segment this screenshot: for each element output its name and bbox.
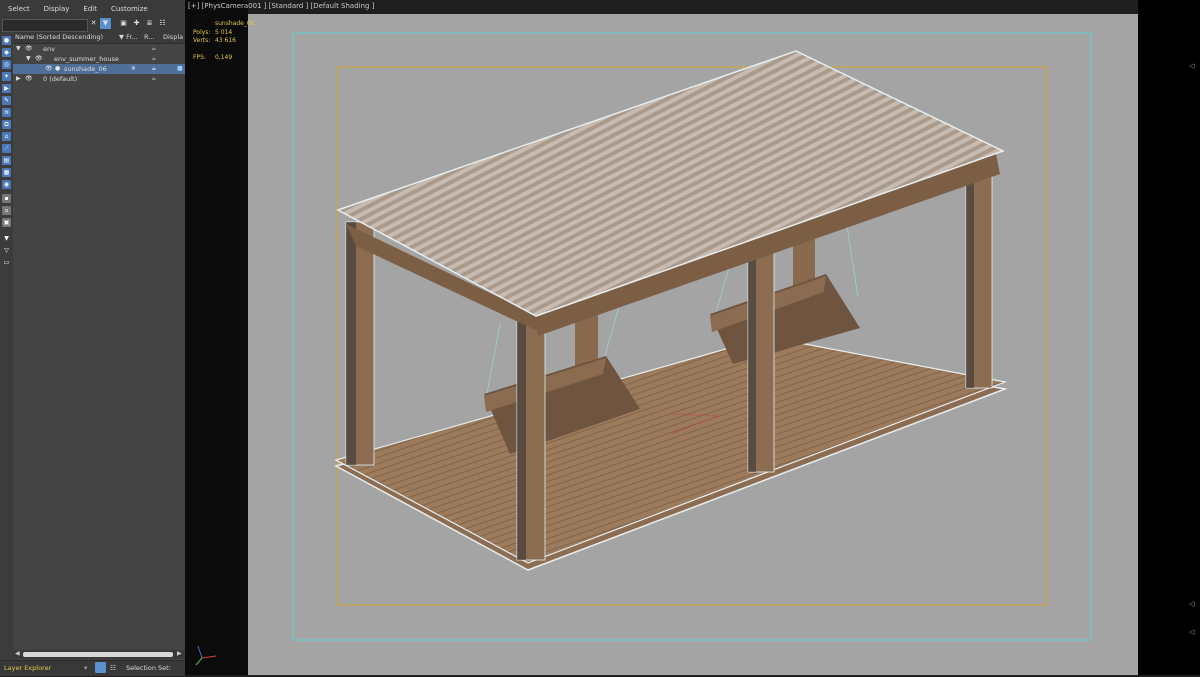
render-icon[interactable]: ☕ — [151, 44, 156, 54]
eye-icon[interactable]: 👁 — [25, 44, 33, 54]
menu-edit[interactable]: Edit — [75, 5, 103, 13]
filter-funnel-icon[interactable]: ▼ — [2, 234, 11, 243]
search-input[interactable] — [2, 19, 88, 32]
explorer-side-toolbar: ● ◆ ◎ ✦ ▶ ✎ ≋ ⧉ ⌂ ⟋ ▤ ▦ ◉ ▪ ▫ ▣ ▼ ▽ ▭ — [0, 32, 13, 676]
add-layer-icon[interactable]: ✚ — [131, 18, 142, 29]
stat-value: 5 014 — [215, 28, 233, 36]
display-shapes-icon[interactable]: ◎ — [2, 60, 11, 69]
dropdown-arrow-icon[interactable]: ▾ — [84, 664, 87, 672]
folder-icon[interactable]: ▭ — [2, 258, 11, 267]
panel-expand-arrow-icon[interactable]: ◁ — [1189, 600, 1194, 608]
display-containers-icon[interactable]: ▤ — [2, 156, 11, 165]
layer-label: env — [43, 45, 55, 53]
object-label: sunshade_06 — [64, 65, 107, 73]
viewport-letterbox-right — [1138, 0, 1200, 675]
layer-tree: Name (Sorted Descending) ▼ Fr... R... Di… — [13, 32, 185, 650]
selection-set-label[interactable]: Selection Set: — [126, 664, 171, 672]
horizontal-scrollbar[interactable]: ◀ ▶ — [13, 650, 185, 659]
select-none-icon[interactable]: ▫ — [2, 206, 11, 215]
deck-top — [334, 336, 1008, 564]
filter-selection-icon[interactable]: ▽ — [2, 246, 11, 255]
tree-row-env-summer-house[interactable]: ▼ 👁 env_summer_house ☕ — [13, 54, 185, 64]
display-frozen-icon[interactable]: ▦ — [2, 168, 11, 177]
layer-mode-icon[interactable] — [95, 662, 106, 673]
eye-icon[interactable]: 👁 — [25, 74, 33, 84]
layer-label: 0 (default) — [43, 75, 78, 83]
render-icon[interactable]: ☕ — [151, 54, 156, 64]
viewport-scene — [292, 32, 1092, 641]
display-helpers-icon[interactable]: ✎ — [2, 96, 11, 105]
tree-row-sunshade-06[interactable]: 👁 ● sunshade_06 ❄ ☕ ■ — [13, 64, 185, 74]
perspective-viewport[interactable] — [248, 14, 1138, 675]
tree-header: Name (Sorted Descending) ▼ Fr... R... Di… — [13, 32, 185, 44]
display-icon[interactable]: ■ — [177, 64, 183, 74]
freeze-icon[interactable]: ❄ — [131, 64, 136, 74]
explorer-menubar: Select Display Edit Customize — [0, 0, 185, 18]
stat-value: 43 616 — [215, 37, 236, 45]
close-icon[interactable]: ✕ — [88, 18, 99, 29]
scrollbar-thumb[interactable] — [23, 652, 173, 657]
lock-icon[interactable]: ▣ — [118, 18, 129, 29]
layer-label: env_summer_house — [54, 55, 119, 63]
object-dot-icon: ● — [55, 65, 61, 72]
display-spacewarps-icon[interactable]: ≋ — [2, 108, 11, 117]
display-lights-icon[interactable]: ✦ — [2, 72, 11, 81]
select-all-icon[interactable]: ▪ — [2, 194, 11, 203]
scroll-right-icon[interactable]: ▶ — [177, 650, 182, 657]
expand-arrow-icon[interactable]: ▼ — [16, 44, 21, 54]
display-geometry-icon[interactable]: ◆ — [2, 48, 11, 57]
eye-icon[interactable]: 👁 — [35, 54, 43, 64]
collapse-arrow-icon[interactable]: ▶ — [16, 74, 21, 84]
hierarchy-icon[interactable]: ☷ — [157, 18, 168, 29]
explorer-statusbar: Layer Explorer ▾ ☷ Selection Set: — [0, 660, 185, 676]
menu-customize[interactable]: Customize — [103, 5, 154, 13]
display-cameras-icon[interactable]: ▶ — [2, 84, 11, 93]
column-name[interactable]: Name (Sorted Descending) — [15, 33, 103, 41]
render-icon[interactable]: ☕ — [151, 74, 156, 84]
fps-key: FPS: — [193, 53, 206, 61]
column-display[interactable]: Displa — [163, 33, 183, 41]
stat-key: Polys: — [193, 28, 211, 36]
selected-object-name: sunshade_06 — [215, 20, 255, 27]
table-icon[interactable]: ☷ — [110, 664, 116, 672]
column-render[interactable]: R... — [144, 33, 154, 41]
scroll-left-icon[interactable]: ◀ — [15, 650, 20, 657]
filter-icon[interactable]: ▼ — [100, 18, 111, 29]
column-frozen[interactable]: ▼ Fr... — [119, 33, 138, 41]
tree-row-default[interactable]: ▶ 👁 0 (default) ☕ — [13, 74, 185, 84]
menu-display[interactable]: Display — [36, 5, 76, 13]
panel-expand-arrow-icon[interactable]: ◁ — [1189, 62, 1194, 70]
eye-icon[interactable]: 👁 — [45, 64, 53, 74]
tree-row-env[interactable]: ▼ 👁 env ☕ — [13, 44, 185, 54]
display-xrefs-icon[interactable]: ⌂ — [2, 132, 11, 141]
viewport-letterbox-left — [185, 0, 248, 675]
explorer-type-label[interactable]: Layer Explorer — [4, 664, 51, 672]
viewport-label[interactable]: [+] [PhysCamera001 ] [Standard ] [Defaul… — [188, 2, 374, 10]
invert-selection-icon[interactable]: ▣ — [2, 218, 11, 227]
panel-expand-arrow-icon[interactable]: ◁ — [1189, 628, 1194, 636]
render-icon[interactable]: ☕ — [151, 64, 156, 74]
menu-select[interactable]: Select — [0, 5, 36, 13]
viewport-statistics: sunshade_06 Polys: 5 014 Verts: 43 616 FPS… — [193, 20, 254, 62]
explorer-toolbar: ✕ ▼ ▣ ✚ ≣ ☷ — [0, 18, 185, 32]
stat-key: Verts: — [193, 37, 211, 45]
display-bones-icon[interactable]: ⟋ — [2, 144, 11, 153]
fps-value: 0,149 — [215, 53, 233, 61]
world-axis-gizmo-icon — [195, 645, 217, 666]
layer-stack-icon[interactable]: ≣ — [144, 18, 155, 29]
display-groups-icon[interactable]: ⧉ — [2, 120, 11, 129]
expand-arrow-icon[interactable]: ▼ — [26, 54, 31, 64]
display-objects-icon[interactable]: ● — [2, 36, 11, 45]
display-hidden-icon[interactable]: ◉ — [2, 180, 11, 189]
